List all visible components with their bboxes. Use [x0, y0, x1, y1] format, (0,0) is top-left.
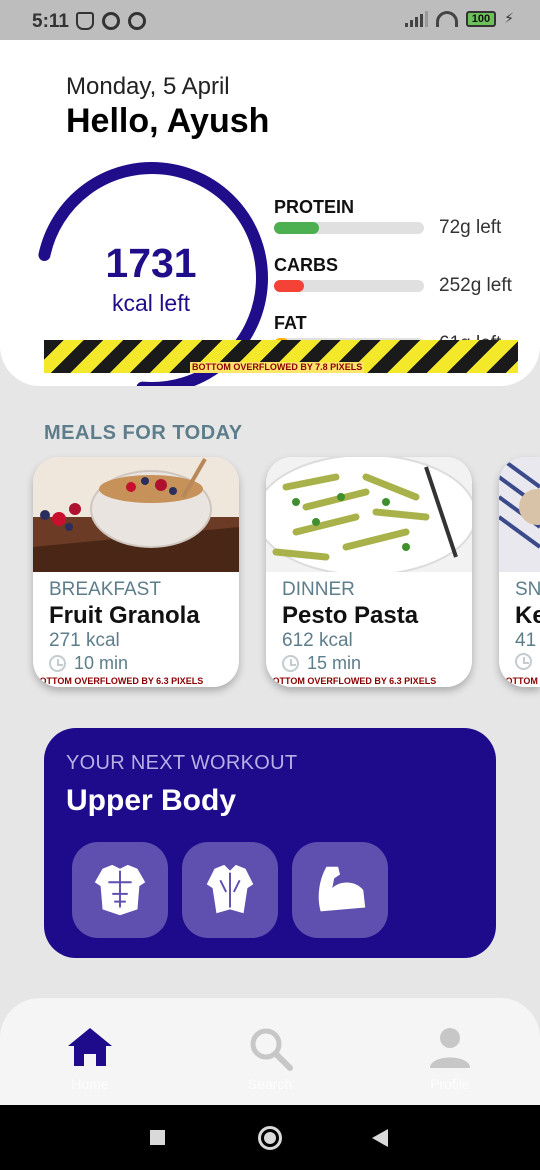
macro-remaining: 252g left: [439, 275, 512, 296]
status-time: 5:11: [32, 11, 69, 32]
signal-icon: [404, 10, 428, 27]
exercise-chest-button[interactable]: [72, 842, 168, 938]
macro-progress-fill: [274, 222, 319, 234]
meal-name: Ke: [515, 602, 540, 629]
workout-subtitle: YOUR NEXT WORKOUT: [66, 752, 298, 774]
meals-section-title: MEALS FOR TODAY: [44, 422, 243, 444]
data-saver-icon: [102, 12, 120, 30]
next-workout-card[interactable]: YOUR NEXT WORKOUT Upper Body: [44, 728, 496, 958]
nav-home-label: Home: [71, 1076, 109, 1092]
meal-time-value: 10 min: [74, 653, 129, 673]
system-navigation-bar: [0, 1105, 540, 1170]
macro-remaining: 72g left: [439, 217, 502, 238]
nav-search[interactable]: Search: [215, 1024, 325, 1092]
meal-time: 10 min: [49, 653, 128, 674]
search-icon: [250, 1028, 293, 1071]
chest-icon: [94, 864, 146, 916]
recents-icon[interactable]: [150, 1130, 165, 1145]
exercise-back-button[interactable]: [182, 842, 278, 938]
meal-calories: 271 kcal: [49, 630, 120, 651]
macro-progress-fill: [274, 280, 304, 292]
meal-name: Fruit Granola: [49, 602, 200, 629]
nav-profile[interactable]: Profile: [395, 1024, 505, 1092]
nav-home[interactable]: Home: [35, 1024, 145, 1092]
back-icon: [206, 864, 254, 914]
meal-calories: 612 kcal: [282, 630, 353, 651]
macro-name: PROTEIN: [274, 197, 355, 217]
biceps-icon: [318, 866, 366, 912]
meal-card-breakfast[interactable]: BREAKFAST Fruit Granola 271 kcal 10 min …: [33, 457, 239, 687]
clock-icon: [515, 653, 532, 670]
macro-progress-bar: [274, 280, 424, 292]
macro-carbs: CARBS 252g left: [274, 255, 524, 296]
profile-icon: [430, 1028, 470, 1068]
macro-fat: FAT 61g left: [274, 313, 524, 354]
meal-type: BREAKFAST: [49, 579, 161, 600]
meal-type: DINNER: [282, 579, 355, 600]
meal-card-dinner[interactable]: DINNER Pesto Pasta 612 kcal 15 min BOTTO…: [266, 457, 472, 687]
overflow-warning-text: BOTTOM OVERFLOWED BY 7.8 PIXELS: [190, 362, 365, 373]
macro-name: CARBS: [274, 255, 339, 275]
charging-icon: ⚡: [504, 10, 514, 26]
exercise-biceps-button[interactable]: [292, 842, 388, 938]
greeting: Hello, Ayush: [66, 102, 270, 140]
meal-time: 15 min: [282, 653, 361, 674]
wifi-icon: [435, 10, 458, 27]
mute-icon: [76, 12, 94, 30]
meal-type: SN: [515, 579, 540, 600]
meal-card-snack[interactable]: SN Ke 41 BOTTOM O: [499, 457, 540, 687]
meal-time-value: 15 min: [307, 653, 362, 673]
meal-calories: 41: [515, 630, 537, 651]
calories-left-label: kcal left: [112, 290, 190, 316]
macro-protein: PROTEIN 72g left: [274, 197, 524, 238]
overflow-warning-text: BOTTOM OVERFLOWED BY 6.3 PIXELS: [266, 675, 472, 687]
nav-profile-label: Profile: [430, 1076, 470, 1092]
pesto-pasta-image: [266, 457, 472, 572]
clock-icon: [282, 655, 299, 672]
snack-image: [499, 457, 540, 572]
clock-icon: [49, 655, 66, 672]
summary-card: Monday, 5 April Hello, Ayush 1731 kcal l…: [0, 40, 540, 386]
vpn-icon: [128, 12, 146, 30]
calories-left-value: 1731: [105, 240, 197, 286]
home-icon: [68, 1028, 112, 1066]
meal-name: Pesto Pasta: [282, 602, 419, 629]
workout-title: Upper Body: [66, 784, 237, 817]
bottom-navigation: Home Search Profile: [0, 998, 540, 1106]
battery-icon: 100: [465, 10, 497, 27]
home-button-icon[interactable]: [258, 1126, 282, 1150]
status-bar: 5:11 100 ⚡: [0, 0, 540, 40]
current-date: Monday, 5 April: [66, 73, 230, 100]
macro-name: FAT: [274, 313, 307, 333]
overflow-warning-text: BOTTOM O: [499, 675, 540, 687]
overflow-warning-text: BOTTOM OVERFLOWED BY 6.3 PIXELS: [33, 675, 239, 687]
macro-progress-bar: [274, 222, 424, 234]
meal-time: [515, 653, 532, 670]
nav-search-label: Search: [247, 1076, 293, 1092]
granola-image: [33, 457, 239, 572]
back-arrow-icon[interactable]: [372, 1129, 388, 1147]
